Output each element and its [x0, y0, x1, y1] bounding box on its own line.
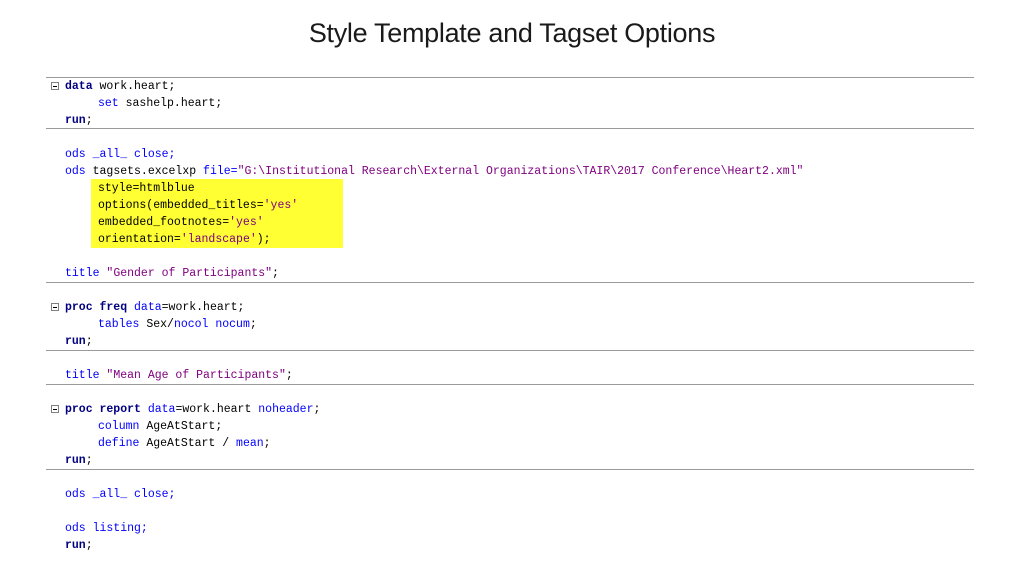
slide-title: Style Template and Tagset Options [308, 18, 716, 48]
code-line-column: column AgeAtStart; [98, 420, 223, 433]
code-line-ods-close: ods _all_ close; [65, 148, 176, 161]
collapse-icon[interactable] [51, 303, 59, 311]
code-line-proc-freq: proc freq data=work.heart; [46, 299, 244, 316]
section-divider [46, 350, 974, 351]
code-line-style: style=htmlblue [98, 182, 195, 195]
code-line-orientation: orientation='landscape'); [98, 233, 271, 246]
collapse-icon[interactable] [51, 82, 59, 90]
code-line-define: define AgeAtStart / mean; [98, 437, 271, 450]
code-line-footnotes: embedded_footnotes='yes' [98, 216, 264, 229]
code-line-run: run; [65, 114, 93, 127]
code-line-options: options(embedded_titles='yes' [98, 199, 299, 212]
section-divider [46, 469, 974, 470]
code-line-data: data work.heart; [46, 78, 175, 95]
code-line-set: set sashelp.heart; [98, 97, 223, 110]
code-editor[interactable]: data work.heart; set sashelp.heart; run;… [46, 77, 974, 567]
collapse-icon[interactable] [51, 405, 59, 413]
section-divider [46, 128, 974, 129]
code-line-ods-close: ods _all_ close; [65, 488, 176, 501]
code-line-ods-tagsets: ods tagsets.excelxp file="G:\Institution… [65, 165, 804, 178]
section-divider [46, 77, 974, 78]
code-line-proc-report: proc report data=work.heart noheader; [46, 401, 320, 418]
code-line-title-gender: title "Gender of Participants"; [65, 267, 279, 280]
section-divider [46, 384, 974, 385]
code-line-run: run; [65, 454, 93, 467]
section-divider [46, 282, 974, 283]
code-line-title-age: title "Mean Age of Participants"; [65, 369, 293, 382]
code-line-run: run; [65, 539, 93, 552]
code-line-run: run; [65, 335, 93, 348]
code-line-ods-listing: ods listing; [65, 522, 148, 535]
code-line-tables: tables Sex/nocol nocum; [98, 318, 257, 331]
